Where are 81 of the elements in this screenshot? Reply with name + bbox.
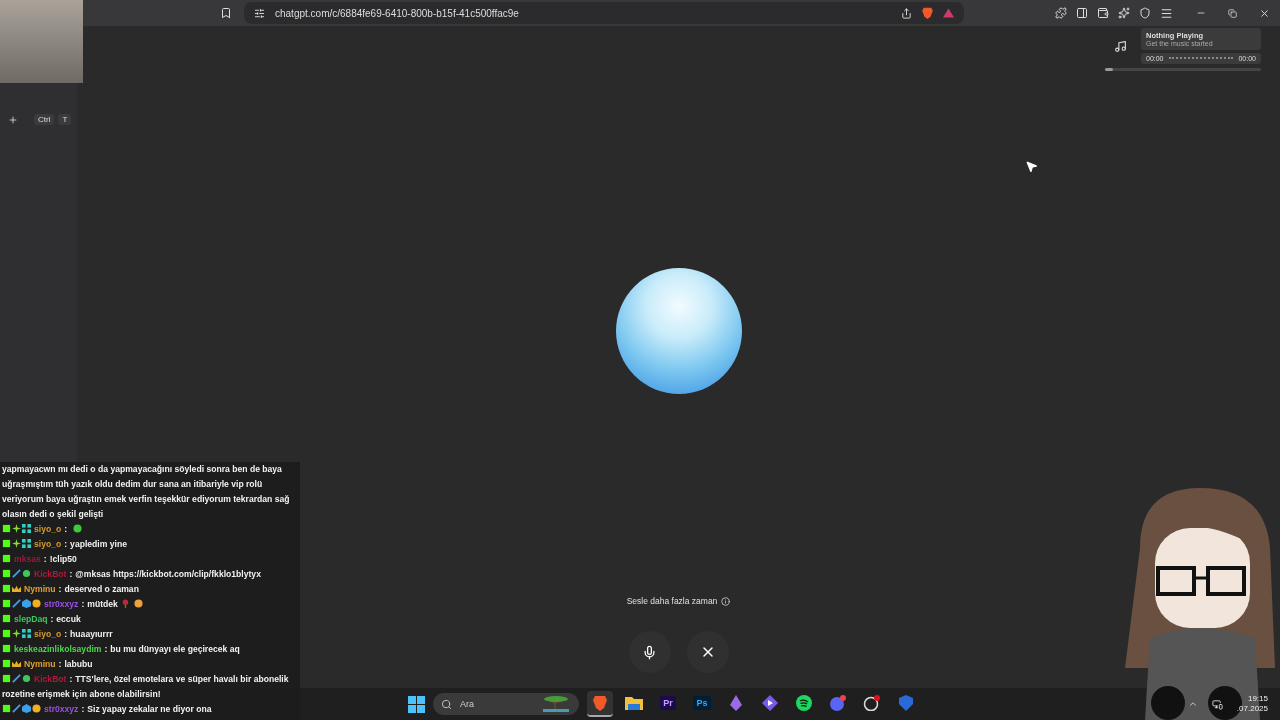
chat-text: Siz yapay zekalar ne diyor ona [87, 704, 212, 714]
chat-text: TTS'lere, özel emotelara ve süper havalı bir abonelik [75, 674, 289, 684]
colon: : [50, 614, 54, 624]
colon: : [81, 704, 85, 714]
plus-icon[interactable] [8, 114, 18, 125]
badge-icon [22, 524, 31, 533]
keyboard-key: Ctrl [34, 114, 55, 125]
chat-text: eccuk [56, 614, 81, 624]
chat-username[interactable]: str0xxyz [44, 704, 79, 714]
chat-username[interactable]: siyo_o [34, 539, 62, 549]
badge-icon [22, 629, 31, 638]
folder-icon [625, 696, 643, 710]
chat-username[interactable]: Nyminu [24, 584, 56, 594]
play-diamond-icon [762, 695, 778, 711]
chat-text: rozetine erişmek için abone olabilirsin! [2, 688, 162, 701]
chat-username[interactable]: keskeazinlikolsaydim [14, 644, 102, 654]
info-icon[interactable] [721, 596, 731, 606]
chat-username[interactable]: str0xxyz [44, 599, 79, 609]
colon: : [64, 539, 68, 549]
sound-waves-icon [796, 695, 812, 711]
emote-icon [133, 599, 143, 608]
colon: : [64, 524, 68, 534]
crystal-icon [730, 695, 742, 711]
sparkle-icon[interactable] [1118, 7, 1130, 19]
search-field[interactable]: Ara [433, 693, 579, 715]
chat-text: labubu [64, 659, 93, 669]
close-icon[interactable] [1259, 7, 1270, 19]
chat-text: huaayıurrr [70, 629, 113, 639]
badge-icon [22, 539, 31, 548]
chat-username[interactable]: siyo_o [34, 629, 62, 639]
colon: : [43, 554, 47, 564]
shield-icon [898, 695, 914, 711]
colon: : [69, 674, 73, 684]
taskbar-app-button[interactable] [587, 691, 613, 717]
triangle-icon[interactable] [943, 8, 954, 18]
wallet-icon[interactable] [1097, 7, 1109, 19]
tree-icon [541, 696, 571, 712]
chat-username[interactable]: siyo_o [34, 524, 62, 534]
chat-text: mütdek [87, 599, 118, 609]
microphone-icon [642, 644, 657, 660]
puzzle-icon[interactable] [1055, 7, 1067, 19]
colon: : [104, 644, 108, 654]
sidebar-icon[interactable] [1076, 7, 1088, 19]
windows-logo-icon[interactable] [408, 695, 425, 713]
emote-icon [120, 599, 130, 608]
clock-time: 19:15 [1247, 694, 1268, 704]
chat-username[interactable]: slepDaq [14, 614, 48, 624]
emote-icon [73, 524, 83, 533]
taskbar-app-button[interactable]: Pr [655, 691, 681, 717]
menu-icon[interactable] [1160, 6, 1173, 20]
share-icon[interactable] [901, 7, 912, 19]
colon: : [64, 629, 68, 639]
monitor-icon[interactable] [1211, 698, 1223, 710]
colon: : [69, 569, 73, 579]
colon: : [58, 659, 62, 669]
colon: : [58, 584, 62, 594]
settings-sliders-icon[interactable] [254, 7, 265, 19]
chat-text: yapledim yine [70, 539, 127, 549]
hint-text: Sesle daha fazla zaman [626, 596, 718, 606]
chat-text: bu mu dünyayı ele geçirecek aq [110, 644, 240, 654]
restore-icon[interactable] [1228, 7, 1237, 19]
chat-username[interactable]: Nyminu [24, 659, 56, 669]
app-letters: Pr [660, 696, 676, 710]
mouse-pointer-icon [1025, 160, 1038, 173]
chat-text: @mksas https://kickbot.com/clip/fkklo1blytyx [75, 569, 261, 579]
bookmark-icon[interactable] [220, 7, 232, 19]
app-letters: Ps [693, 696, 711, 710]
colon: : [81, 599, 85, 609]
chat-text: deserved o zaman [64, 584, 139, 594]
chat-text: !clip50 [49, 554, 77, 564]
shield-icon[interactable] [1139, 7, 1151, 19]
address-bar[interactable]: chatgpt.com/c/6884fe69-6410-800b-b15f-41c500ffac9e [244, 2, 964, 24]
microphone-button[interactable] [628, 631, 671, 673]
ring-icon [863, 695, 881, 711]
taskbar-app-button[interactable]: Ps [689, 691, 715, 717]
chevron-up-icon[interactable] [1187, 699, 1198, 709]
keyboard-key: T [58, 114, 72, 125]
clock-date: .07.2025 [1236, 704, 1268, 714]
chat-message: yapmayacwn mı dedi o da yapmayacağını söyledi sonra ben de baya uğraşmıştım tüh yazık oldu dedim dur sana an itibariyle vip rolü veriyorum baya uğraştın emek verfin teşekkür ediyorum tekrardan sağ olasın dedi o şekil gelişti [2, 463, 291, 521]
search-icon [441, 698, 452, 710]
close-button[interactable] [686, 631, 729, 673]
